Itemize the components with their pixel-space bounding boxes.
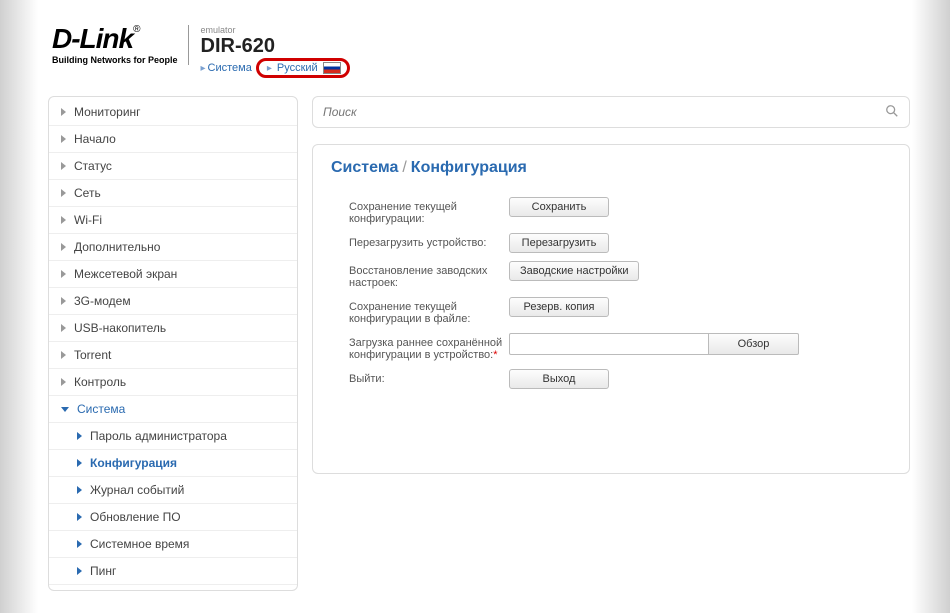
sidebar-item-start[interactable]: Начало — [49, 126, 297, 153]
sidebar-item-label: Межсетевой экран — [74, 267, 177, 281]
language-selector[interactable]: ▸ Русский — [256, 58, 350, 78]
logo-tagline: Building Networks for People — [52, 55, 178, 65]
chevron-right-icon — [61, 270, 66, 278]
sidebar-sub-traceroute[interactable]: Трассировка маршрута — [49, 585, 297, 591]
emulator-label: emulator — [201, 25, 350, 35]
sidebar-item-label: Дополнительно — [74, 240, 160, 254]
sidebar-sub-configuration[interactable]: Конфигурация — [49, 450, 297, 477]
sidebar-item-monitoring[interactable]: Мониторинг — [49, 99, 297, 126]
search-input[interactable] — [323, 105, 885, 119]
sidebar-item-3g[interactable]: 3G-модем — [49, 288, 297, 315]
chevron-right-icon — [77, 540, 82, 548]
factory-reset-label: Восстановление заводских настроек: — [349, 261, 509, 289]
reboot-button[interactable]: Перезагрузить — [509, 233, 609, 253]
chevron-right-icon — [61, 108, 66, 116]
chevron-right-icon — [61, 324, 66, 332]
logout-button[interactable]: Выход — [509, 369, 609, 389]
sidebar-sub-system-time[interactable]: Системное время — [49, 531, 297, 558]
sidebar-item-label: Wi-Fi — [74, 213, 102, 227]
reboot-label: Перезагрузить устройство: — [349, 233, 509, 249]
breadcrumb: ▸ Система ▸ Русский — [201, 58, 350, 78]
sidebar-sub-ping[interactable]: Пинг — [49, 558, 297, 585]
search-icon[interactable] — [885, 104, 899, 121]
sidebar-item-label: Пинг — [90, 564, 116, 578]
chevron-right-icon — [77, 486, 82, 494]
sidebar-item-label: Torrent — [74, 348, 111, 362]
sidebar-item-control[interactable]: Контроль — [49, 369, 297, 396]
chevron-right-icon — [61, 216, 66, 224]
factory-reset-button[interactable]: Заводские настройки — [509, 261, 639, 281]
ru-flag-icon — [323, 62, 341, 74]
chevron-right-icon: ▸ — [201, 63, 206, 74]
browse-button[interactable]: Обзор — [709, 333, 799, 355]
content-panel: Система/Конфигурация Сохранение текущей … — [312, 144, 910, 474]
sidebar-item-torrent[interactable]: Torrent — [49, 342, 297, 369]
model-name: DIR-620 — [201, 36, 350, 56]
chevron-right-icon: ▸ — [267, 63, 272, 74]
sidebar-item-label: Журнал событий — [90, 483, 184, 497]
logo-brand: D-Link — [52, 23, 133, 54]
chevron-right-icon — [61, 378, 66, 386]
sidebar-item-network[interactable]: Сеть — [49, 180, 297, 207]
sidebar-item-label: Начало — [74, 132, 116, 146]
sidebar-item-label: Пароль администратора — [90, 429, 227, 443]
sidebar-item-label: Конфигурация — [90, 456, 177, 470]
restore-label: Загрузка раннее сохранённой конфигурации… — [349, 333, 509, 361]
main: Система/Конфигурация Сохранение текущей … — [312, 96, 910, 591]
sidebar-item-label: Системное время — [90, 537, 189, 551]
sidebar-item-label: 3G-модем — [74, 294, 131, 308]
sidebar-item-status[interactable]: Статус — [49, 153, 297, 180]
sidebar-item-label: Статус — [74, 159, 112, 173]
logout-label: Выйти: — [349, 369, 509, 385]
save-button[interactable]: Сохранить — [509, 197, 609, 217]
chevron-right-icon — [61, 162, 66, 170]
chevron-right-icon — [61, 243, 66, 251]
chevron-down-icon — [61, 407, 69, 412]
breadcrumb-system[interactable]: Система — [208, 62, 252, 74]
sidebar-item-advanced[interactable]: Дополнительно — [49, 234, 297, 261]
chevron-right-icon — [61, 135, 66, 143]
chevron-right-icon — [61, 189, 66, 197]
backup-label: Сохранение текущей конфигурации в файле: — [349, 297, 509, 325]
sidebar-item-system[interactable]: Система — [49, 396, 297, 423]
chevron-right-icon — [77, 513, 82, 521]
chevron-right-icon — [77, 459, 82, 467]
restore-file-input[interactable] — [509, 333, 709, 355]
logo-reg: ® — [133, 24, 139, 35]
search-box — [312, 96, 910, 128]
logo: D-Link® Building Networks for People — [52, 25, 189, 65]
sidebar-sub-event-log[interactable]: Журнал событий — [49, 477, 297, 504]
sidebar: Мониторинг Начало Статус Сеть Wi-Fi Допо… — [48, 96, 298, 591]
page-title: Система/Конфигурация — [331, 159, 891, 177]
chevron-right-icon — [61, 297, 66, 305]
backup-button[interactable]: Резерв. копия — [509, 297, 609, 317]
chevron-right-icon — [77, 432, 82, 440]
sidebar-item-firewall[interactable]: Межсетевой экран — [49, 261, 297, 288]
sidebar-item-label: Мониторинг — [74, 105, 141, 119]
header: D-Link® Building Networks for People emu… — [48, 25, 910, 78]
sidebar-sub-admin-password[interactable]: Пароль администратора — [49, 423, 297, 450]
sidebar-item-label: USB-накопитель — [74, 321, 166, 335]
model-block: emulator DIR-620 ▸ Система ▸ Русский — [201, 25, 350, 78]
sidebar-item-label: Сеть — [74, 186, 101, 200]
sidebar-item-label: Система — [77, 402, 125, 416]
sidebar-item-wifi[interactable]: Wi-Fi — [49, 207, 297, 234]
sidebar-item-label: Обновление ПО — [90, 510, 181, 524]
sidebar-item-label: Контроль — [74, 375, 126, 389]
sidebar-item-usb[interactable]: USB-накопитель — [49, 315, 297, 342]
save-config-label: Сохранение текущей конфигурации: — [349, 197, 509, 225]
chevron-right-icon — [77, 567, 82, 575]
language-label: Русский — [277, 62, 318, 74]
chevron-right-icon — [61, 351, 66, 359]
sidebar-sub-firmware[interactable]: Обновление ПО — [49, 504, 297, 531]
